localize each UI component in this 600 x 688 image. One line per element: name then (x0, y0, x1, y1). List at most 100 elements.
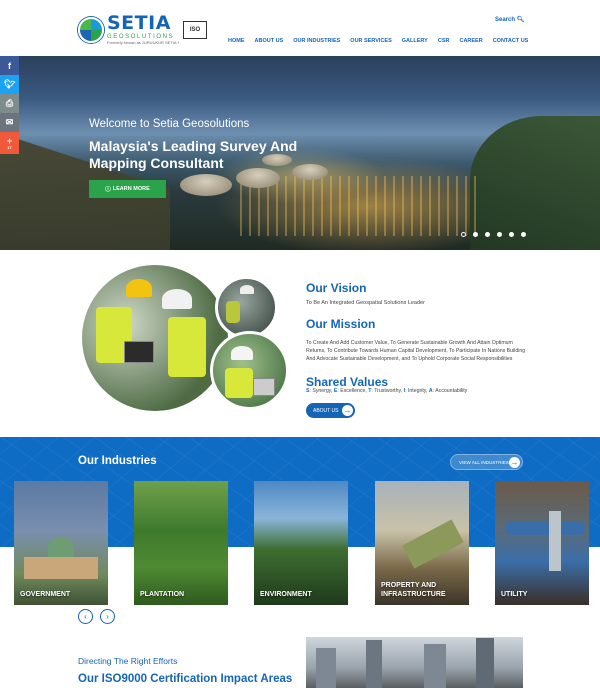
industry-card-label: GOVERNMENT (20, 591, 71, 598)
vision-heading: Our Vision (306, 281, 367, 295)
site-header: SETIA GEOSOLUTIONS Formerly known as JUR… (0, 0, 600, 56)
values-text: S: Synergy, E: Excellence, T: Trustworth… (306, 388, 468, 394)
industries-prev-button[interactable]: ‹ (78, 609, 93, 624)
value-name: Trustworthy, (374, 388, 404, 394)
logo-tagline: Formerly known as JURUUKUR SETIA SDN BHD (107, 41, 179, 45)
value-letter: S (306, 388, 310, 394)
about-us-button[interactable]: ABOUT US → (306, 403, 355, 418)
search-link[interactable]: Search 🔍︎ (495, 16, 524, 23)
pipe-shape (505, 521, 585, 535)
view-all-industries-button[interactable]: VIEW ALL INDUSTRIES → (450, 454, 523, 470)
industries-next-button[interactable]: › (100, 609, 115, 624)
hero-tank (180, 174, 232, 196)
valve-shape (549, 511, 561, 571)
value-letter: E (333, 388, 338, 394)
laptop-shape (253, 378, 275, 396)
vest-shape (168, 317, 206, 377)
iso-photo (306, 637, 523, 688)
nav-about-us[interactable]: ABOUT US (255, 38, 284, 44)
vest-shape (226, 301, 240, 323)
surveyors-photo-field (210, 331, 289, 410)
nav-our-services[interactable]: OUR SERVICES (350, 38, 391, 44)
building-shape (366, 640, 382, 688)
hero-welcome-text: Welcome to Setia Geosolutions (89, 118, 250, 130)
globe-logo-icon (78, 16, 104, 43)
slider-dot-6[interactable] (521, 232, 526, 237)
email-icon: ✉ (5, 117, 14, 127)
industry-card-label: PROPERTY AND INFRASTRUCTURE (381, 582, 446, 598)
industry-card-environment[interactable]: ENVIRONMENT (254, 481, 348, 605)
logo-text: SETIA GEOSOLUTIONS Formerly known as JUR… (107, 14, 179, 45)
slider-dot-3[interactable] (485, 232, 490, 237)
slider-dot-1[interactable] (461, 232, 466, 237)
chevron-left-icon: ‹ (84, 612, 87, 621)
value-name: Excellence, (340, 388, 369, 394)
facebook-icon: f (8, 60, 11, 71)
email-share-button[interactable]: ✉ (0, 113, 19, 132)
values-heading: Shared Values (306, 375, 389, 389)
chevron-right-icon: › (106, 612, 109, 621)
bridge-shape (402, 519, 464, 569)
iso-subheading: Directing The Right Efforts (78, 656, 178, 666)
nav-contact-us[interactable]: CONTACT US (493, 38, 529, 44)
slider-dot-4[interactable] (497, 232, 502, 237)
value-letter: I (403, 388, 406, 394)
building-shape (424, 644, 446, 688)
building-shape (316, 648, 336, 688)
arrow-right-icon: → (342, 405, 353, 416)
helmet-shape (240, 285, 254, 294)
slider-dot-2[interactable] (473, 232, 478, 237)
site-logo[interactable]: SETIA GEOSOLUTIONS Formerly known as JUR… (78, 14, 207, 45)
nav-csr[interactable]: CSR (438, 38, 450, 44)
certification-badge: ISO (183, 20, 207, 39)
search-icon: 🔍︎ (516, 17, 525, 23)
vest-shape (225, 368, 253, 398)
logo-subtitle: GEOSOLUTIONS (107, 34, 175, 40)
hero-slider: Welcome to Setia Geosolutions Malaysia's… (0, 56, 600, 250)
social-share-bar: f 🐦︎ ⎙ ✉ + 17 (0, 56, 19, 154)
twitter-share-button[interactable]: 🐦︎ (0, 75, 19, 94)
twitter-icon: 🐦︎ (3, 79, 16, 89)
print-button[interactable]: ⎙ (0, 94, 19, 113)
industry-card-property-infrastructure[interactable]: PROPERTY AND INFRASTRUCTURE (375, 481, 469, 605)
logo-word: SETIA (107, 12, 171, 34)
dome-shape (48, 537, 74, 559)
nav-career[interactable]: CAREER (459, 38, 482, 44)
industry-card-label: PLANTATION (140, 591, 185, 598)
industry-card-government[interactable]: GOVERNMENT (14, 481, 108, 605)
surveyors-photo-team (215, 276, 278, 339)
value-letter: T (368, 388, 372, 394)
helmet-shape (231, 346, 253, 360)
building-shape (24, 557, 98, 579)
value-name: Integrity, (407, 388, 429, 394)
helmet-shape (126, 279, 152, 297)
share-count: 17 (7, 144, 12, 150)
main-nav: HOME ABOUT US OUR INDUSTRIES OUR SERVICE… (228, 38, 528, 44)
nav-our-industries[interactable]: OUR INDUSTRIES (293, 38, 340, 44)
learn-more-button[interactable]: ⓘ LEARN MORE (89, 180, 166, 198)
mission-heading: Our Mission (306, 317, 376, 331)
vision-text: To Be An Integrated Geospatial Solutions… (306, 300, 425, 306)
hero-title: Malaysia's Leading Survey And Mapping Co… (89, 138, 298, 171)
industries-heading: Our Industries (78, 455, 157, 467)
building-shape (476, 638, 494, 688)
mission-text: To Create And Add Customer Value, To Gen… (306, 340, 526, 362)
nav-home[interactable]: HOME (228, 38, 245, 44)
more-share-button[interactable]: + 17 (0, 132, 19, 154)
slider-dots (461, 232, 526, 237)
print-icon: ⎙ (5, 98, 14, 108)
industry-card-utility[interactable]: UTILITY (495, 481, 589, 605)
about-us-label: ABOUT US (313, 407, 339, 414)
iso-heading: Our ISO9000 Certification Impact Areas (78, 673, 293, 685)
info-icon: ⓘ (105, 187, 111, 193)
facebook-share-button[interactable]: f (0, 56, 19, 75)
industry-card-label: UTILITY (501, 591, 528, 598)
nav-gallery[interactable]: GALLERY (402, 38, 428, 44)
view-all-label: VIEW ALL INDUSTRIES (459, 459, 509, 465)
value-name: Synergy, (312, 388, 334, 394)
hero-refinery-lights (240, 176, 480, 236)
learn-more-label: LEARN MORE (112, 186, 150, 192)
search-label: Search (495, 17, 516, 23)
industry-card-plantation[interactable]: PLANTATION (134, 481, 228, 605)
slider-dot-5[interactable] (509, 232, 514, 237)
